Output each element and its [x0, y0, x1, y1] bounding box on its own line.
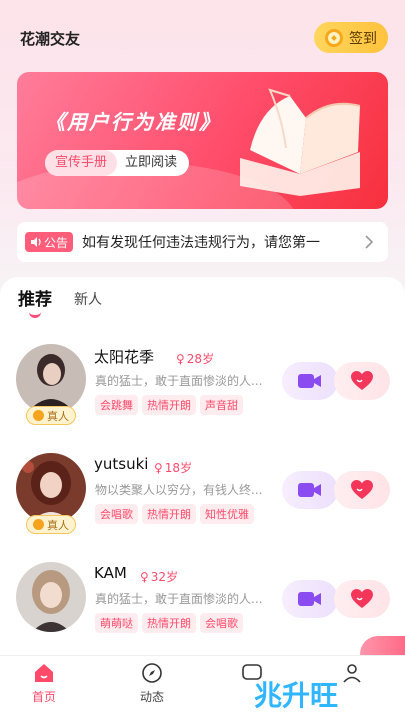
heart-icon: [351, 371, 373, 390]
age-label: 28岁: [186, 352, 215, 366]
user-bio: 真的猛士，敢于直面惨淡的人...: [95, 374, 263, 388]
list-item[interactable]: KAM ♀ 32岁 真的猛士，敢于直面惨淡的人... 萌萌哒 热情开朗 会唱歌: [16, 562, 391, 652]
verified-badge: 真人: [26, 515, 76, 534]
verified-label: 真人: [47, 518, 69, 532]
avatar[interactable]: [16, 562, 86, 632]
verified-label: 真人: [47, 409, 69, 423]
checkin-button[interactable]: 签到: [314, 22, 388, 53]
video-camera-icon: [298, 374, 321, 388]
list-item[interactable]: 真人 太阳花季 ♀ 28岁 真的猛士，敢于直面惨淡的人... 会跳舞 热情开朗 …: [16, 344, 391, 434]
profile-icon: [343, 664, 361, 683]
video-camera-icon: [298, 592, 321, 606]
brochure-label: 宣传手册: [45, 150, 118, 176]
header: 花潮交友 签到: [0, 0, 405, 70]
user-bio: 真的猛士，敢于直面惨淡的人...: [95, 592, 263, 606]
age-badge: ♀ 32岁: [140, 568, 178, 585]
read-now-button[interactable]: 立即阅读: [117, 150, 189, 176]
avatar[interactable]: [16, 344, 86, 414]
tag: 知性优雅: [200, 504, 254, 524]
compass-icon: [142, 663, 162, 683]
announcement-bar[interactable]: 公告 如有发现任何违法违规行为，请您第一: [17, 222, 388, 262]
user-name: yutsuki: [94, 455, 149, 473]
announcement-tag: 公告: [25, 232, 74, 252]
checkin-label: 签到: [349, 30, 377, 47]
rules-banner[interactable]: 《用户行为准则》 宣传手册 立即阅读: [17, 72, 388, 209]
tab-bar: 推荐 新人: [18, 285, 102, 318]
chevron-right-icon: [365, 235, 374, 249]
female-icon: ♀: [154, 460, 163, 475]
female-icon: ♀: [140, 569, 149, 584]
verified-icon: [33, 519, 44, 530]
book-icon: [240, 88, 361, 196]
tag: 热情开朗: [142, 613, 196, 633]
banner-title: 《用户行为准则》: [45, 110, 221, 134]
tag: 萌萌哒: [95, 613, 138, 633]
bottom-nav: 首页 动态: [0, 655, 405, 720]
tag: 声音甜: [200, 395, 243, 415]
verified-icon: [33, 410, 44, 421]
tag: 会唱歌: [95, 504, 138, 524]
age-label: 32岁: [150, 570, 179, 584]
heart-icon: [351, 589, 373, 608]
announcement-text: 如有发现任何违法违规行为，请您第一: [82, 235, 321, 251]
age-badge: ♀ 18岁: [154, 459, 192, 476]
app-title: 花潮交友: [20, 30, 81, 48]
tag: 热情开朗: [142, 395, 196, 415]
user-name: KAM: [94, 564, 127, 582]
watermark: 兆升旺: [254, 679, 339, 712]
video-call-button[interactable]: [282, 471, 338, 509]
user-bio: 物以类聚人以穷分，有钱人终...: [95, 483, 263, 497]
like-button[interactable]: [334, 471, 390, 509]
video-call-button[interactable]: [282, 580, 338, 618]
nav-home[interactable]: 首页: [14, 662, 74, 705]
tab-recommend[interactable]: 推荐: [18, 285, 52, 318]
list-item[interactable]: 真人 yutsuki ♀ 18岁 物以类聚人以穷分，有钱人终... 会唱歌 热情…: [16, 453, 391, 543]
tag-list: 萌萌哒 热情开朗 会唱歌: [95, 613, 243, 633]
avatar[interactable]: [16, 453, 86, 523]
like-button[interactable]: [334, 362, 390, 400]
video-camera-icon: [298, 483, 321, 497]
heart-icon: [351, 480, 373, 499]
announcement-tag-label: 公告: [44, 235, 69, 250]
tag: 热情开朗: [142, 504, 196, 524]
age-label: 18岁: [164, 461, 193, 475]
user-name: 太阳花季: [94, 348, 155, 366]
nav-moments[interactable]: 动态: [122, 662, 182, 705]
tag-list: 会唱歌 热情开朗 知性优雅: [95, 504, 254, 524]
home-icon: [35, 664, 53, 682]
like-button[interactable]: [334, 580, 390, 618]
nav-moments-label: 动态: [139, 690, 164, 704]
tag-list: 会跳舞 热情开朗 声音甜: [95, 395, 243, 415]
nav-home-label: 首页: [31, 690, 56, 704]
age-badge: ♀ 28岁: [176, 350, 214, 367]
tag: 会跳舞: [95, 395, 138, 415]
tag: 会唱歌: [200, 613, 243, 633]
verified-badge: 真人: [26, 406, 76, 425]
female-icon: ♀: [176, 351, 185, 366]
video-call-button[interactable]: [282, 362, 338, 400]
coin-icon: [325, 28, 343, 47]
speaker-icon: [31, 237, 41, 247]
banner-pill[interactable]: 宣传手册 立即阅读: [45, 150, 190, 176]
tab-newcomers[interactable]: 新人: [74, 289, 102, 310]
